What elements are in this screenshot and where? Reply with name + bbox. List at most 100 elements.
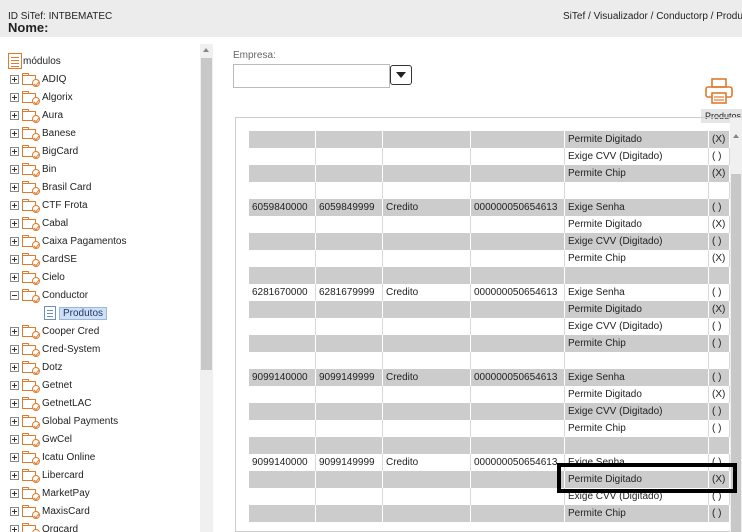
table-cell: ( ) — [709, 318, 730, 335]
tree-item[interactable]: ADIQ — [10, 70, 66, 88]
table-cell — [316, 352, 383, 369]
tree-scroll-thumb[interactable] — [201, 58, 212, 370]
expand-icon[interactable] — [10, 182, 19, 192]
tree-item[interactable]: Icatu Online — [10, 448, 95, 466]
expand-icon[interactable] — [10, 524, 19, 532]
tree-item-label: Banese — [42, 127, 76, 139]
top-header: ID SiTef: INTBEMATEC Nome: SiTef / Visua… — [0, 0, 742, 37]
table-cell: ( ) — [709, 403, 730, 420]
tree-item[interactable]: GetnetLAC — [10, 394, 91, 412]
table-cell — [471, 165, 565, 182]
empresa-label: Empresa: — [233, 50, 276, 61]
expand-icon[interactable] — [10, 326, 19, 336]
tree-item[interactable]: BigCard — [10, 142, 78, 160]
tree-item[interactable]: Cielo — [10, 268, 65, 286]
tree-item[interactable]: CardSE — [10, 250, 77, 268]
tree-item[interactable]: Produtos — [44, 304, 108, 322]
expand-icon[interactable] — [10, 110, 19, 120]
tree-item-label: Aura — [42, 109, 64, 121]
expand-icon[interactable] — [10, 92, 19, 102]
table-cell — [316, 403, 383, 420]
tree-item[interactable]: Dotz — [10, 358, 63, 376]
table-cell — [249, 216, 316, 233]
table-cell: (X) — [709, 301, 730, 318]
table-cell — [316, 165, 383, 182]
table-row: Permite Chip (X) — [249, 165, 730, 182]
expand-icon[interactable] — [10, 236, 19, 246]
table-cell — [383, 216, 471, 233]
printer-icon[interactable] — [704, 77, 734, 105]
table-cell — [316, 267, 383, 284]
tree-item[interactable]: GwCel — [10, 430, 72, 448]
expand-icon[interactable] — [10, 452, 19, 462]
expand-icon[interactable] — [10, 254, 19, 264]
tree-item[interactable]: Getnet — [10, 376, 72, 394]
table-cell: Credito — [383, 284, 471, 301]
table-cell — [316, 318, 383, 335]
expand-icon[interactable] — [10, 380, 19, 390]
expand-icon[interactable] — [10, 200, 19, 210]
table-row: Exige CVV (Digitado)( ) — [249, 318, 730, 335]
table-cell — [249, 352, 316, 369]
tree-item-label: Libercard — [42, 469, 84, 481]
expand-icon[interactable] — [10, 146, 19, 156]
table-cell: Exige CVV (Digitado) — [565, 233, 709, 250]
table-cell: 9099149999 — [316, 369, 383, 386]
table-cell — [471, 471, 565, 488]
table-cell: 6059849999 — [316, 199, 383, 216]
table-cell: Permite Digitado — [565, 216, 709, 233]
tree-item[interactable]: Banese — [10, 124, 76, 142]
expand-icon[interactable] — [10, 506, 19, 516]
tree-root[interactable]: módulos — [8, 52, 61, 70]
tree-item[interactable]: MaxisCard — [10, 502, 90, 520]
expand-icon[interactable] — [10, 488, 19, 498]
expand-icon[interactable] — [10, 398, 19, 408]
tree-item[interactable]: Bin — [10, 160, 56, 178]
expand-icon[interactable] — [10, 74, 19, 84]
highlight-box — [557, 463, 737, 493]
tree-item[interactable]: Aura — [10, 106, 63, 124]
tree-item[interactable]: Libercard — [10, 466, 84, 484]
tree-scrollbar[interactable] — [200, 44, 213, 532]
expand-icon[interactable] — [10, 434, 19, 444]
empresa-select[interactable] — [233, 64, 390, 88]
table-cell — [249, 165, 316, 182]
tree-item[interactable]: Brasil Card — [10, 178, 91, 196]
folder-icon — [22, 198, 40, 213]
tree-root-label: módulos — [23, 55, 61, 67]
tree-item[interactable]: Cred-System — [10, 340, 100, 358]
table-cell — [471, 267, 565, 284]
table-cell — [316, 250, 383, 267]
empresa-dropdown-button[interactable] — [390, 65, 412, 85]
expand-icon[interactable] — [10, 470, 19, 480]
folder-icon — [22, 108, 40, 123]
table-cell: 9099140000 — [249, 369, 316, 386]
expand-icon[interactable] — [10, 164, 19, 174]
tree-item-label: BigCard — [42, 145, 79, 157]
tree-item[interactable]: Conductor — [10, 286, 88, 304]
tree-item[interactable]: Orgcard — [10, 520, 78, 532]
tree-item[interactable]: Cooper Cred — [10, 322, 99, 340]
tree-item-label: Cabal — [42, 217, 69, 229]
table-cell: Exige CVV (Digitado) — [565, 403, 709, 420]
expand-icon[interactable] — [10, 416, 19, 426]
table-cell — [471, 335, 565, 352]
expand-icon[interactable] — [10, 362, 19, 372]
tree-item[interactable]: CTF Frota — [10, 196, 88, 214]
expand-icon[interactable] — [10, 344, 19, 354]
grid-scroll-up-icon[interactable] — [733, 134, 739, 138]
tree-item[interactable]: Global Payments — [10, 412, 118, 430]
scroll-up-icon[interactable] — [203, 48, 209, 52]
expand-icon[interactable] — [10, 128, 19, 138]
expand-icon[interactable] — [10, 272, 19, 282]
tree-item[interactable]: MarketPay — [10, 484, 90, 502]
expand-icon[interactable] — [10, 218, 19, 228]
tree-item[interactable]: Cabal — [10, 214, 68, 232]
table-cell — [316, 216, 383, 233]
collapse-icon[interactable] — [10, 290, 19, 300]
table-cell — [471, 131, 565, 148]
table-cell — [249, 148, 316, 165]
table-row: Permite Chip (X) — [249, 250, 730, 267]
tree-item[interactable]: Caixa Pagamentos — [10, 232, 127, 250]
tree-item[interactable]: Algorix — [10, 88, 73, 106]
